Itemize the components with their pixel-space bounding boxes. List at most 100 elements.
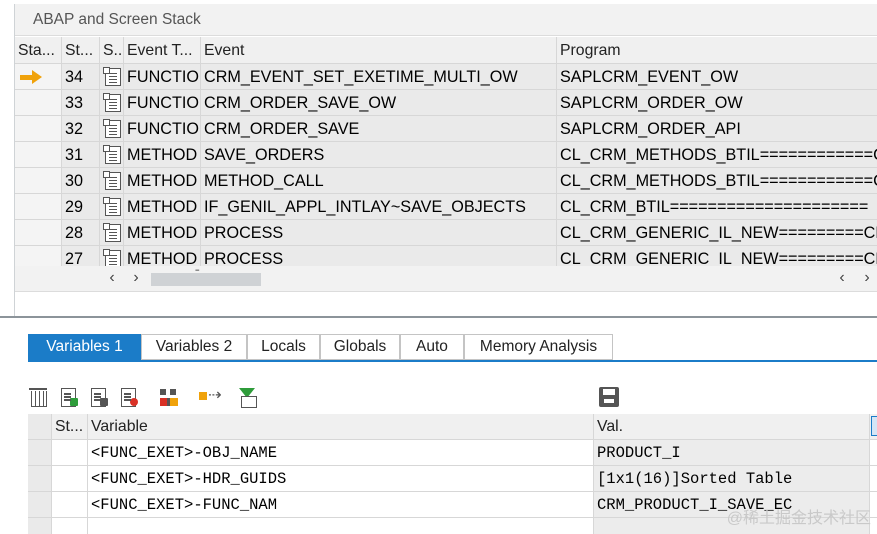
status-cell [15, 142, 62, 167]
scrollbar-thumb[interactable] [151, 268, 261, 286]
column-header-source[interactable]: S... [100, 37, 124, 63]
tab-memory-analysis[interactable]: Memory Analysis [464, 334, 613, 360]
row-selector-header[interactable] [28, 414, 52, 439]
save-icon[interactable] [598, 386, 620, 408]
stack-row[interactable]: 28 METHOD PROCESS CL_CRM_GENERIC_IL_NEW=… [15, 220, 877, 246]
event-cell: IF_GENIL_APPL_INTLAY~SAVE_OBJECTS [201, 194, 557, 219]
column-header-level[interactable]: St... [62, 37, 100, 63]
scroll-left-icon[interactable]: ‹ [835, 269, 849, 287]
status-cell [15, 168, 62, 193]
stack-row[interactable]: 32 FUNCTIO... CRM_ORDER_SAVE SAPLCRM_ORD… [15, 116, 877, 142]
source-cell[interactable] [100, 116, 124, 141]
column-header-status[interactable]: Sta... [15, 37, 62, 63]
variables-table-header: St... Variable Val. [28, 414, 877, 440]
panel-splitter[interactable] [0, 316, 877, 318]
source-code-icon[interactable] [103, 93, 121, 112]
level-cell: 34 [62, 64, 100, 89]
panel-title-bar: ABAP and Screen Stack [15, 4, 877, 36]
row-selector[interactable] [28, 518, 52, 534]
level-cell: 29 [62, 194, 100, 219]
source-cell[interactable] [100, 220, 124, 245]
badge-dark-icon [100, 398, 108, 406]
level-cell: 28 [62, 220, 100, 245]
stack-row[interactable]: 34 FUNCTIO... CRM_EVENT_SET_EXETIME_MULT… [15, 64, 877, 90]
event-type-cell: METHOD [124, 142, 201, 167]
source-cell[interactable] [100, 90, 124, 115]
filter-icon[interactable] [236, 386, 258, 408]
variable-input[interactable] [88, 518, 594, 534]
stack-row[interactable]: 29 METHOD IF_GENIL_APPL_INTLAY~SAVE_OBJE… [15, 194, 877, 220]
tab-auto[interactable]: Auto [400, 334, 464, 360]
column-settings[interactable] [870, 414, 877, 439]
source-code-icon[interactable] [103, 197, 121, 216]
value-cell[interactable]: [1x1(16)]Sorted Table [594, 466, 870, 491]
horizontal-scrollbar[interactable]: ‹ › ‹ › [15, 266, 877, 292]
row-selector[interactable] [28, 440, 52, 465]
table-row[interactable]: <FUNC_EXET>-HDR_GUIDS [1x1(16)]Sorted Ta… [28, 466, 877, 492]
event-type-cell: FUNCTIO... [124, 116, 201, 141]
variable-input[interactable]: <FUNC_EXET>-HDR_GUIDS [88, 466, 594, 491]
variable-input[interactable]: <FUNC_EXET>-FUNC_NAM [88, 492, 594, 517]
tab-variables-1[interactable]: Variables 1 [28, 334, 141, 360]
event-cell: CRM_ORDER_SAVE_OW [201, 90, 557, 115]
event-cell: SAVE_ORDERS [201, 142, 557, 167]
stack-row[interactable]: 30 METHOD METHOD_CALL CL_CRM_METHODS_BTI… [15, 168, 877, 194]
tab-globals[interactable]: Globals [320, 334, 400, 360]
event-cell: CRM_EVENT_SET_EXETIME_MULTI_OW [201, 64, 557, 89]
source-code-icon[interactable] [103, 67, 121, 86]
column-header-event[interactable]: Event [201, 37, 557, 63]
level-cell: 31 [62, 142, 100, 167]
column-header-value[interactable]: Val. [594, 414, 870, 439]
scroll-left-icon[interactable]: ‹ [105, 269, 119, 287]
variable-input[interactable]: <FUNC_EXET>-OBJ_NAME [88, 440, 594, 465]
scroll-right-icon[interactable]: › [860, 269, 874, 287]
event-cell: CRM_ORDER_SAVE [201, 116, 557, 141]
program-cell: CL_CRM_BTIL===================== [560, 198, 869, 216]
level-cell: 33 [62, 90, 100, 115]
tab-variables-2[interactable]: Variables 2 [141, 334, 247, 360]
source-cell[interactable] [100, 168, 124, 193]
source-code-icon[interactable] [103, 223, 121, 242]
source-code-icon[interactable] [103, 171, 121, 190]
source-code-icon[interactable] [103, 119, 121, 138]
panel-title: ABAP and Screen Stack [33, 11, 201, 28]
program-cell: CL_CRM_GENERIC_IL_NEW=========CL [560, 224, 877, 242]
column-header-program[interactable]: Program [557, 37, 877, 63]
source-code-icon[interactable] [103, 145, 121, 164]
stack-row[interactable]: 31 METHOD SAVE_ORDERS CL_CRM_METHODS_BTI… [15, 142, 877, 168]
column-settings-icon[interactable] [871, 416, 877, 436]
source-cell[interactable] [100, 194, 124, 219]
badge-green-icon [70, 398, 78, 406]
value-cell[interactable]: PRODUCT_I [594, 440, 870, 465]
scroll-right-icon[interactable]: › [129, 269, 143, 287]
abap-screen-stack-panel: ABAP and Screen Stack Sta... St... S... … [14, 4, 877, 316]
program-cell: SAPLCRM_ORDER_API [560, 120, 741, 138]
move-icon[interactable] [198, 385, 221, 408]
tab-locals[interactable]: Locals [247, 334, 320, 360]
insert-variable-icon[interactable] [58, 386, 80, 408]
column-header-variable[interactable]: Variable [88, 414, 594, 439]
delete-variable-icon[interactable] [118, 386, 140, 408]
event-type-cell: FUNCTIO... [124, 64, 201, 89]
insert-variable-alt-icon[interactable] [88, 386, 110, 408]
event-type-cell: METHOD [124, 168, 201, 193]
program-cell: CL_CRM_METHODS_BTIL============C [560, 146, 877, 164]
filler-cell [870, 492, 877, 517]
tab-underline [28, 360, 877, 362]
status-cell [15, 116, 62, 141]
table-row[interactable]: <FUNC_EXET>-OBJ_NAME PRODUCT_I [28, 440, 877, 466]
delete-icon[interactable] [28, 386, 50, 408]
program-cell: SAPLCRM_EVENT_OW [560, 68, 739, 86]
source-cell[interactable] [100, 142, 124, 167]
column-header-event-type[interactable]: Event T... [124, 37, 201, 63]
row-selector[interactable] [28, 492, 52, 517]
watermark: @稀土掘金技术社区 [726, 510, 871, 527]
stack-row[interactable]: 33 FUNCTIO... CRM_ORDER_SAVE_OW SAPLCRM_… [15, 90, 877, 116]
row-selector[interactable] [28, 466, 52, 491]
status-cell [15, 64, 62, 89]
status-cell [52, 440, 88, 465]
status-cell [52, 518, 88, 534]
column-header-status[interactable]: St... [52, 414, 88, 439]
source-cell[interactable] [100, 64, 124, 89]
stack-icon[interactable] [158, 386, 180, 408]
